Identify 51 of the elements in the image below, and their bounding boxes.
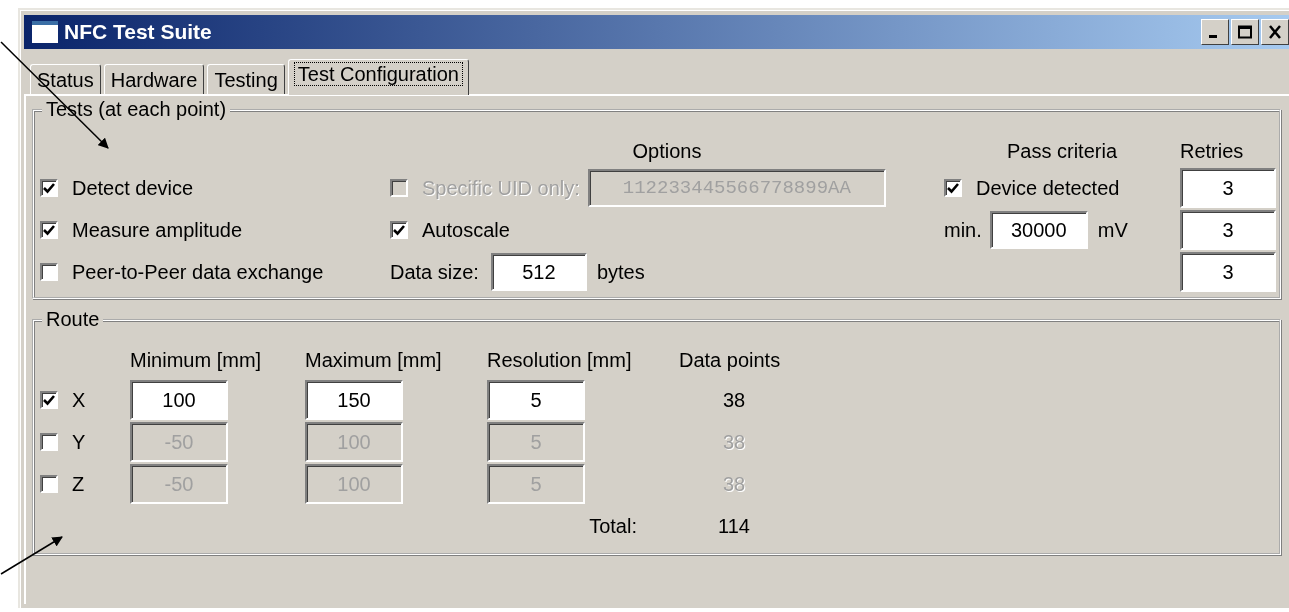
checkbox-label[interactable]: Device detected bbox=[976, 176, 1120, 200]
checkbox[interactable] bbox=[40, 221, 58, 239]
column-heading: Maximum [mm] bbox=[305, 348, 442, 372]
window-title: NFC Test Suite bbox=[64, 20, 212, 44]
minimize-button[interactable] bbox=[1201, 19, 1229, 45]
total-value: 114 bbox=[718, 514, 750, 538]
column-heading: Options bbox=[632, 139, 702, 163]
checkbox-label[interactable]: Y bbox=[72, 430, 86, 454]
checkbox[interactable] bbox=[390, 221, 408, 239]
checkbox[interactable] bbox=[944, 179, 962, 197]
checkbox-label[interactable]: Detect device bbox=[72, 176, 194, 200]
input-field[interactable]: 100 bbox=[130, 380, 228, 420]
column-heading: Pass criteria bbox=[1007, 139, 1117, 163]
minimize-icon bbox=[1209, 35, 1217, 38]
close-icon bbox=[1267, 25, 1283, 39]
retries-field[interactable]: 3 bbox=[1180, 210, 1276, 250]
checkbox[interactable] bbox=[40, 475, 58, 493]
tab[interactable]: Test Configuration bbox=[287, 59, 469, 95]
tab[interactable]: Hardware bbox=[103, 64, 205, 94]
annotation-arrow bbox=[0, 536, 63, 575]
window-icon bbox=[32, 21, 58, 43]
close-button[interactable] bbox=[1261, 19, 1289, 45]
checkbox[interactable] bbox=[40, 391, 58, 409]
retries-field[interactable]: 3 bbox=[1180, 252, 1276, 292]
column-heading: Retries bbox=[1180, 139, 1244, 163]
input-field[interactable]: 150 bbox=[305, 380, 403, 420]
checkbox[interactable] bbox=[40, 263, 58, 281]
checkbox-label[interactable]: Measure amplitude bbox=[72, 218, 243, 242]
field-label: min. bbox=[944, 218, 982, 242]
maximize-button[interactable] bbox=[1231, 19, 1259, 45]
tab[interactable]: Status bbox=[30, 64, 101, 94]
column-heading: Minimum [mm] bbox=[130, 348, 262, 372]
column-heading: Resolution [mm] bbox=[487, 348, 632, 372]
total-label: Total: bbox=[589, 514, 637, 538]
checkbox-label[interactable]: X bbox=[72, 388, 86, 412]
checkbox[interactable] bbox=[40, 179, 58, 197]
input-field[interactable]: 512 bbox=[490, 253, 587, 291]
retries-field[interactable]: 3 bbox=[1180, 168, 1276, 208]
unit-label: bytes bbox=[596, 260, 645, 284]
unit-label: mV bbox=[1097, 218, 1128, 242]
maximize-icon bbox=[1237, 25, 1253, 39]
checkbox-label[interactable]: Autoscale bbox=[422, 218, 510, 242]
checkbox[interactable] bbox=[40, 433, 58, 451]
data-points-value: 38 bbox=[722, 388, 746, 412]
checkbox-label[interactable]: Peer-to-Peer data exchange bbox=[72, 260, 324, 284]
checkbox-label[interactable]: Z bbox=[72, 472, 85, 496]
input-field[interactable]: 30000 bbox=[989, 211, 1088, 249]
column-heading: Data points bbox=[679, 348, 781, 372]
tab[interactable]: Testing bbox=[207, 64, 285, 94]
field-label: Data size: bbox=[390, 260, 479, 284]
input-field[interactable]: 5 bbox=[487, 380, 585, 420]
